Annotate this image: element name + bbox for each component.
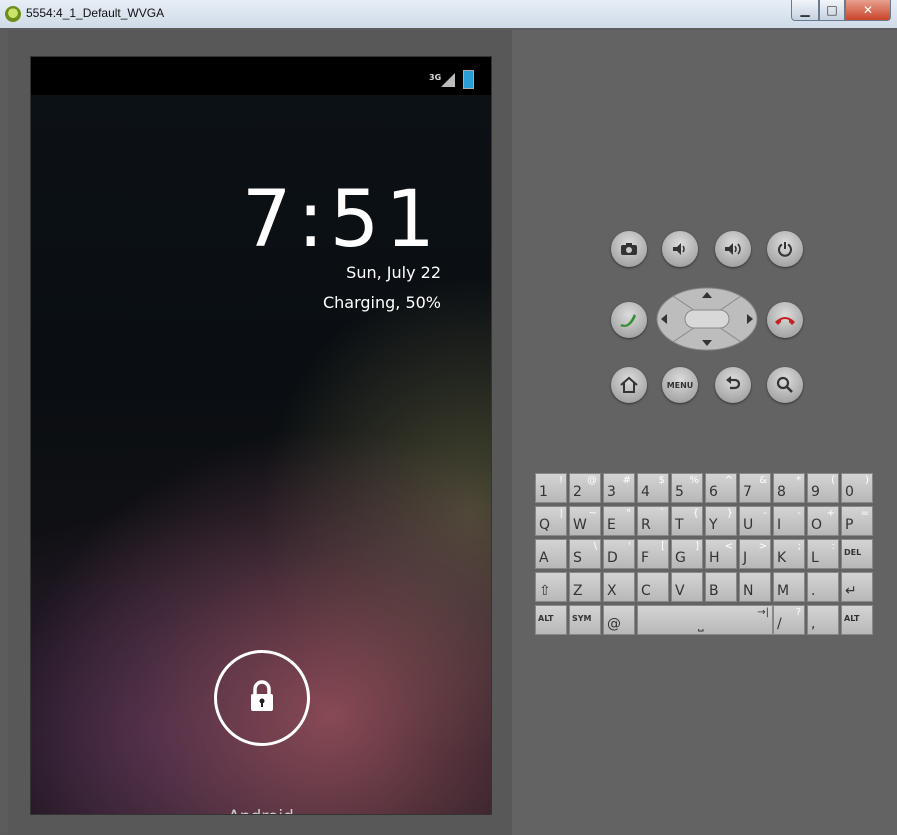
emulator-keyboard: 1! 2 @ 3 # 4 $ 5% 6 ^ 7 & 8 * 9( 0) Q | W ~ E " R… xyxy=(535,473,882,641)
battery-charging-icon xyxy=(463,70,474,89)
key-del[interactable]: DEL xyxy=(841,539,873,569)
key-slash[interactable]: /? xyxy=(773,605,805,635)
window-titlebar[interactable]: 5554:4_1_Default_WVGA ▁ □ ✕ xyxy=(0,0,897,29)
menu-button[interactable]: MENU xyxy=(662,367,698,403)
key-o[interactable]: O + xyxy=(807,506,839,536)
key-enter[interactable]: ↵ xyxy=(841,572,873,602)
camera-button[interactable] xyxy=(611,231,647,267)
key-sym[interactable]: SYM xyxy=(569,605,601,635)
key-b[interactable]: B xyxy=(705,572,737,602)
power-icon xyxy=(778,242,792,257)
key-alt-right[interactable]: ALT xyxy=(841,605,873,635)
controls-panel xyxy=(512,30,897,835)
key-7[interactable]: 7 & xyxy=(739,473,771,503)
search-button[interactable] xyxy=(767,367,803,403)
close-button[interactable]: ✕ xyxy=(845,0,891,21)
owner-info: Android xyxy=(31,807,491,814)
search-icon xyxy=(776,376,793,393)
key-c[interactable]: C xyxy=(637,572,669,602)
volume-down-icon xyxy=(673,243,685,255)
key-m[interactable]: M xyxy=(773,572,805,602)
back-icon xyxy=(726,376,741,390)
key-z[interactable]: Z xyxy=(569,572,601,602)
key-s[interactable]: S \ xyxy=(569,539,601,569)
key-k[interactable]: K; xyxy=(773,539,805,569)
dpad[interactable] xyxy=(655,286,759,352)
home-icon xyxy=(620,376,638,393)
lockscreen-wallpaper: 7:51 Sun, July 22 Charging, 50% Android xyxy=(31,95,491,814)
key-w[interactable]: W ~ xyxy=(569,506,601,536)
key-9[interactable]: 9( xyxy=(807,473,839,503)
home-button[interactable] xyxy=(611,367,647,403)
key-f[interactable]: F[ xyxy=(637,539,669,569)
key-y[interactable]: Y} xyxy=(705,506,737,536)
status-bar: 3G xyxy=(31,57,491,95)
volume-up-button[interactable] xyxy=(715,231,751,267)
volume-down-button[interactable] xyxy=(662,231,698,267)
key-0[interactable]: 0) xyxy=(841,473,873,503)
key-r[interactable]: R ` xyxy=(637,506,669,536)
key-4[interactable]: 4 $ xyxy=(637,473,669,503)
maximize-button[interactable]: □ xyxy=(819,0,845,21)
key-l[interactable]: L: xyxy=(807,539,839,569)
signal-icon xyxy=(441,73,455,87)
key-h[interactable]: H < xyxy=(705,539,737,569)
window-title: 5554:4_1_Default_WVGA xyxy=(26,6,165,20)
key-at[interactable]: @ xyxy=(603,605,635,635)
key-i[interactable]: I- xyxy=(773,506,805,536)
key-space[interactable]: ⎵ →| xyxy=(637,605,773,635)
key-d[interactable]: D ' xyxy=(603,539,635,569)
dpad-graphic xyxy=(656,287,758,351)
key-3[interactable]: 3 # xyxy=(603,473,635,503)
network-type: 3G xyxy=(429,73,442,82)
key-period[interactable]: . xyxy=(807,572,839,602)
key-1[interactable]: 1! xyxy=(535,473,567,503)
key-x[interactable]: X xyxy=(603,572,635,602)
camera-icon xyxy=(621,243,637,255)
key-2[interactable]: 2 @ xyxy=(569,473,601,503)
unlock-handle[interactable] xyxy=(214,650,310,746)
key-alt-left[interactable]: ALT xyxy=(535,605,567,635)
key-q[interactable]: Q | xyxy=(535,506,567,536)
call-button[interactable] xyxy=(611,302,647,338)
menu-label: MENU xyxy=(666,380,694,390)
device-screen[interactable]: 3G 7:51 Sun, July 22 Charging, 50% Andro… xyxy=(30,56,492,815)
key-g[interactable]: G] xyxy=(671,539,703,569)
key-5[interactable]: 5% xyxy=(671,473,703,503)
key-n[interactable]: N xyxy=(739,572,771,602)
key-shift[interactable]: ⇧ xyxy=(535,572,567,602)
key-j[interactable]: J > xyxy=(739,539,771,569)
key-comma[interactable]: , xyxy=(807,605,839,635)
lockscreen-clock: 7:51 xyxy=(241,175,441,265)
battery-status: Charging, 50% xyxy=(322,293,441,312)
android-app-icon xyxy=(5,6,21,22)
key-t[interactable]: T{ xyxy=(671,506,703,536)
key-e[interactable]: E " xyxy=(603,506,635,536)
end-call-button[interactable] xyxy=(767,302,803,338)
lockscreen-date: Sun, July 22 xyxy=(346,263,441,282)
volume-up-icon xyxy=(725,243,741,255)
key-v[interactable]: V xyxy=(671,572,703,602)
phone-green-icon xyxy=(620,314,636,327)
back-button[interactable] xyxy=(715,367,751,403)
key-8[interactable]: 8 * xyxy=(773,473,805,503)
key-a[interactable]: A xyxy=(535,539,567,569)
lock-icon xyxy=(251,680,273,711)
minimize-button[interactable]: ▁ xyxy=(791,0,819,21)
key-u[interactable]: U- xyxy=(739,506,771,536)
key-6[interactable]: 6 ^ xyxy=(705,473,737,503)
window-controls: ▁ □ ✕ xyxy=(791,0,891,21)
key-p[interactable]: P = xyxy=(841,506,873,536)
power-button[interactable] xyxy=(767,231,803,267)
phone-red-icon xyxy=(775,317,795,325)
